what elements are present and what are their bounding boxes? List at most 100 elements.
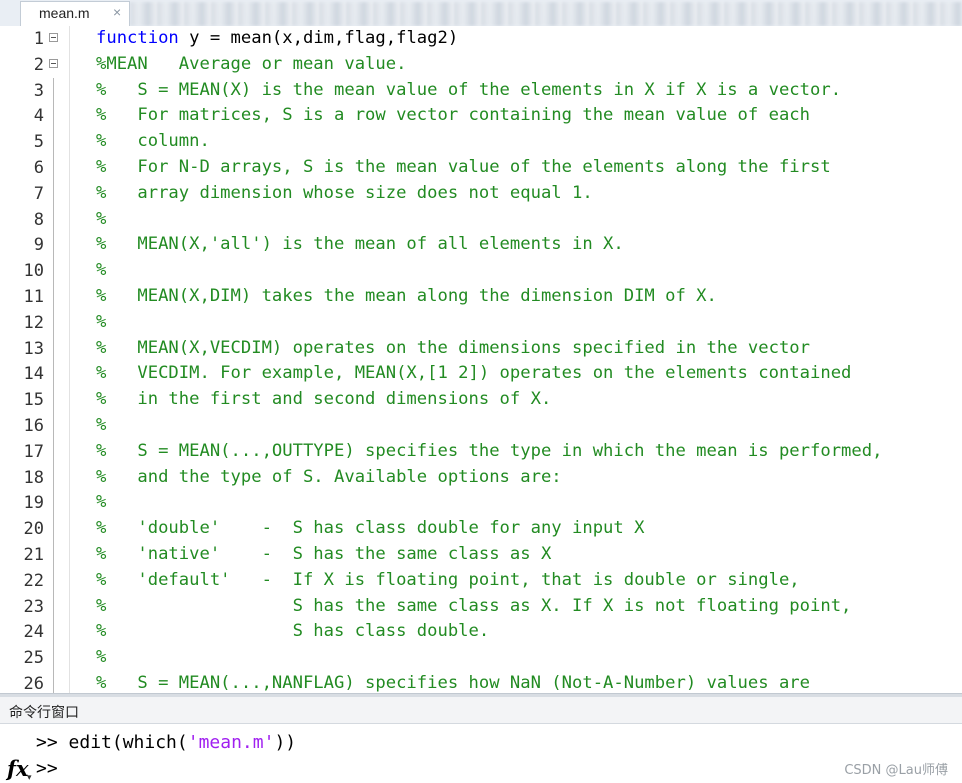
code-text: % array dimension whose size does not eq… [96, 183, 593, 203]
line-number: 1 [33, 29, 44, 49]
fold-guide [53, 490, 54, 517]
line-number: 5 [33, 132, 44, 153]
comment-token: % S = MEAN(...,NANFLAG) specifies how Na… [96, 673, 810, 693]
line-number: 11 [23, 287, 44, 307]
prompt: >> [36, 732, 69, 753]
editor-tab-strip: mean.m × [0, 0, 962, 27]
line-number: 7 [33, 183, 44, 204]
code-line[interactable]: 24 % S has class double. [0, 619, 962, 646]
code-text: % [96, 492, 106, 512]
fold-guide [53, 361, 54, 388]
code-line[interactable]: 23 % S has the same class as X. If X is n… [0, 593, 962, 620]
fold-guide [53, 645, 54, 672]
command-text: edit(which( [68, 732, 188, 753]
fold-guide [53, 335, 54, 362]
fold-guide [53, 232, 54, 259]
comment-token: % S has class double. [96, 621, 490, 642]
code-line[interactable]: 21 % 'native' - S has the same class as X [0, 542, 962, 568]
code-text: %MEAN Average or mean value. [96, 54, 406, 74]
comment-token: % MEAN(X,VECDIM) operates on the dimensi… [96, 337, 810, 358]
comment-token: % 'double' - S has class double for any … [96, 518, 645, 539]
fold-guide [53, 542, 54, 568]
line-number: 21 [23, 545, 44, 565]
code-line[interactable]: 3 % S = MEAN(X) is the mean value of the … [0, 77, 962, 104]
fold-guide [53, 258, 54, 285]
line-number: 14 [23, 364, 44, 385]
code-text: % [96, 312, 106, 332]
code-text: % S has the same class as X. If X is not… [96, 596, 851, 616]
line-number: 25 [23, 648, 44, 669]
code-line[interactable]: 7 % array dimension whose size does not e… [0, 180, 962, 207]
code-line[interactable]: 11 % MEAN(X,DIM) takes the mean along the… [0, 284, 962, 310]
code-line[interactable]: 4 % For matrices, S is a row vector conta… [0, 103, 962, 130]
command-history-line: >> edit(which('mean.m')) [36, 732, 296, 753]
watermark: CSDN @Lau师傅 [844, 763, 948, 778]
comment-token: % [96, 311, 107, 332]
fold-toggle-icon[interactable] [49, 58, 58, 68]
line-number: 22 [23, 570, 44, 591]
code-line[interactable]: 19% [0, 490, 962, 517]
line-number: 17 [23, 441, 44, 462]
code-text: % [96, 647, 106, 667]
fold-toggle-icon[interactable] [49, 33, 58, 42]
code-line[interactable]: 8% [0, 206, 962, 233]
code-line[interactable]: 17 % S = MEAN(...,OUTTYPE) specifies the … [0, 438, 962, 465]
code-text: % 'double' - S has class double for any … [96, 518, 644, 538]
comment-token: % and the type of S. Available options a… [96, 466, 562, 487]
fold-guide [53, 438, 54, 465]
code-line[interactable]: 13 % MEAN(X,VECDIM) operates on the dimen… [0, 335, 962, 362]
line-number: 4 [33, 106, 44, 127]
comment-token: % For matrices, S is a row vector contai… [96, 105, 810, 126]
code-text: % MEAN(X,'all') is the mean of all eleme… [96, 234, 624, 254]
comment-token: % S = MEAN(X) is the mean value of the e… [96, 79, 842, 100]
code-line[interactable]: 1 function y = mean(x,dim,flag,flag2) [0, 26, 962, 52]
code-line[interactable]: 6 % For N-D arrays, S is the mean value o… [0, 155, 962, 181]
line-number: 12 [23, 312, 44, 333]
comment-token: %MEAN Average or mean value. [96, 53, 407, 74]
comment-token: % [96, 415, 107, 435]
tab-mean-m[interactable]: mean.m × [20, 1, 130, 26]
line-number: 26 [23, 674, 44, 694]
code-text: % S has class double. [96, 621, 489, 641]
code-text: % MEAN(X,VECDIM) operates on the dimensi… [96, 338, 810, 358]
code-text: % 'native' - S has the same class as X [96, 544, 551, 564]
command-string: 'mean.m' [187, 732, 275, 753]
code-line[interactable]: 20 % 'double' - S has class double for an… [0, 516, 962, 543]
code-line[interactable]: 2 %MEAN Average or mean value. [0, 52, 962, 78]
line-number: 23 [23, 596, 44, 617]
code-line[interactable]: 15 % in the first and second dimensions o… [0, 387, 962, 414]
code-line[interactable]: 22 % 'default' - If X is floating point, … [0, 567, 962, 594]
chevron-down-icon[interactable]: ▾ [27, 773, 32, 783]
command-window[interactable]: >> edit(which('mean.m')) >> [0, 724, 962, 783]
comment-token: % VECDIM. For example, MEAN(X,[1 2]) ope… [96, 363, 852, 384]
function-browser-icon[interactable]: fx [7, 756, 29, 781]
code-line[interactable]: 14 % VECDIM. For example, MEAN(X,[1 2]) o… [0, 361, 962, 388]
close-icon[interactable]: × [113, 4, 121, 20]
fold-guide [53, 77, 54, 104]
comment-token: % MEAN(X,'all') is the mean of all eleme… [96, 234, 624, 255]
line-number: 6 [33, 158, 44, 178]
code-line[interactable]: 16% [0, 413, 962, 439]
code-text: % S = MEAN(X) is the mean value of the e… [96, 80, 841, 100]
code-text: % VECDIM. For example, MEAN(X,[1 2]) ope… [96, 363, 851, 383]
code-editor[interactable]: 1 function y = mean(x,dim,flag,flag2) 2 %ME… [0, 26, 962, 696]
fold-guide [53, 593, 54, 620]
line-number: 16 [23, 416, 44, 436]
code-line[interactable]: 5 % column. [0, 129, 962, 156]
code-line[interactable]: 12% [0, 309, 962, 336]
comment-token: % 'default' - If X is floating point, th… [96, 569, 800, 590]
fold-guide [53, 155, 54, 181]
fold-guide [53, 103, 54, 130]
line-number: 24 [23, 622, 44, 643]
code-text: % in the first and second dimensions of … [96, 389, 551, 409]
code-line[interactable]: 9 % MEAN(X,'all') is the mean of all elem… [0, 232, 962, 259]
line-number: 10 [23, 261, 44, 282]
command-window-title: 命令行窗口 [9, 705, 79, 721]
code-line[interactable]: 25% [0, 645, 962, 672]
code-line[interactable]: 18 % and the type of S. Available options… [0, 464, 962, 491]
command-prompt[interactable]: >> [36, 758, 58, 779]
comment-token: % MEAN(X,DIM) takes the mean along the d… [96, 286, 717, 306]
code-text: % and the type of S. Available options a… [96, 467, 562, 487]
fold-guide [53, 413, 54, 439]
code-line[interactable]: 10% [0, 258, 962, 285]
